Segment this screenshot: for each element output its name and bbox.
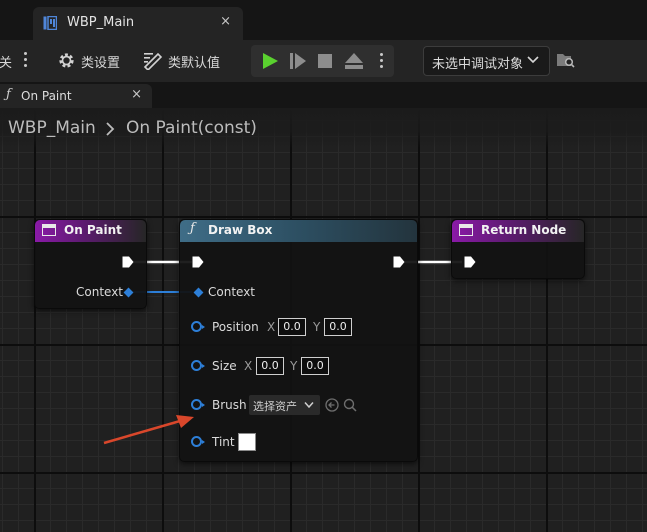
- position-label: Position: [212, 320, 259, 334]
- toolbar: 关 类设置 类默认值 未选中调试对象: [0, 40, 647, 82]
- node-header: ƒ Draw Box: [180, 220, 417, 242]
- exec-output-pin[interactable]: [122, 256, 134, 268]
- context-input-pin[interactable]: [193, 287, 204, 298]
- breadcrumb-current[interactable]: On Paint(const): [126, 118, 257, 138]
- brush-asset-picker[interactable]: 选择资产: [249, 395, 320, 415]
- tab-on-paint-close-button[interactable]: ×: [131, 87, 142, 102]
- graph-tab-bar: ƒ On Paint ×: [0, 82, 647, 108]
- context-input-label: Context: [208, 285, 256, 299]
- chevron-down-icon: [304, 402, 314, 409]
- document-tab-close-button[interactable]: ×: [220, 14, 231, 29]
- function-icon: ƒ: [190, 221, 195, 236]
- tint-color-swatch[interactable]: [238, 433, 256, 451]
- debug-target-dropdown[interactable]: 未选中调试对象: [423, 46, 550, 76]
- size-x-field[interactable]: 0.0: [256, 357, 284, 375]
- node-on-paint[interactable]: On Paint Context: [34, 219, 147, 309]
- document-tab[interactable]: WBP_Main ×: [33, 7, 243, 40]
- title-bar: WBP_Main ×: [0, 0, 647, 40]
- position-x-field[interactable]: 0.0: [278, 318, 306, 336]
- search-icon[interactable]: [343, 398, 357, 412]
- position-input-pin[interactable]: [191, 321, 205, 332]
- tab-on-paint-label: On Paint: [21, 89, 72, 103]
- play-icon[interactable]: [261, 52, 279, 70]
- size-x-label: X: [244, 359, 253, 373]
- breadcrumb: [0, 108, 647, 148]
- context-output-pin[interactable]: [123, 287, 134, 298]
- eject-icon[interactable]: [345, 53, 363, 69]
- brush-input-pin[interactable]: [191, 399, 205, 410]
- simulation-controls: [251, 45, 394, 77]
- size-y-field[interactable]: 0.0: [301, 357, 329, 375]
- node-header: Return Node: [452, 220, 584, 242]
- tint-label: Tint: [212, 435, 235, 449]
- function-entry-icon: [459, 224, 473, 236]
- size-input-pin[interactable]: [191, 360, 205, 371]
- toolbar-overflow-button[interactable]: [24, 52, 27, 70]
- tab-on-paint[interactable]: ƒ On Paint ×: [0, 84, 152, 108]
- exec-output-pin[interactable]: [393, 256, 405, 268]
- brush-label: Brush: [212, 398, 247, 412]
- exec-input-pin[interactable]: [464, 256, 476, 268]
- event-icon: [42, 224, 56, 236]
- node-title: Draw Box: [208, 223, 273, 237]
- node-header: On Paint: [35, 220, 146, 242]
- tint-input-pin[interactable]: [191, 436, 205, 447]
- node-title: On Paint: [64, 223, 122, 237]
- widget-blueprint-icon: [43, 16, 57, 30]
- context-output-label: Context: [76, 285, 124, 299]
- use-selected-asset-icon[interactable]: [325, 398, 339, 412]
- class-defaults-button[interactable]: 类默认值: [168, 52, 220, 71]
- class-settings-button[interactable]: 类设置: [81, 52, 120, 71]
- folder-search-icon[interactable]: [556, 51, 575, 69]
- size-label: Size: [212, 359, 237, 373]
- breadcrumb-root[interactable]: WBP_Main: [8, 118, 96, 138]
- simulation-options-button[interactable]: [380, 53, 383, 71]
- position-y-label: Y: [313, 320, 321, 334]
- position-x-label: X: [267, 320, 276, 334]
- node-title: Return Node: [481, 223, 567, 237]
- exec-input-pin[interactable]: [192, 256, 204, 268]
- brush-asset-value: 选择资产: [253, 400, 297, 413]
- debug-target-value: 未选中调试对象: [432, 57, 524, 72]
- node-draw-box[interactable]: ƒ Draw Box Context Position X 0.0 Y 0.0 …: [179, 219, 418, 462]
- size-y-label: Y: [290, 359, 298, 373]
- gear-icon: [59, 53, 74, 68]
- truncated-toolbar-label[interactable]: 关: [0, 52, 12, 71]
- stop-icon[interactable]: [318, 54, 332, 68]
- position-y-field[interactable]: 0.0: [324, 318, 352, 336]
- document-tab-title: WBP_Main: [67, 15, 135, 30]
- node-return[interactable]: Return Node: [451, 219, 585, 279]
- chevron-down-icon: [527, 56, 539, 64]
- function-icon: ƒ: [6, 87, 11, 102]
- step-icon[interactable]: [290, 53, 306, 69]
- chevron-right-icon: [106, 122, 115, 136]
- class-defaults-icon: [143, 52, 163, 70]
